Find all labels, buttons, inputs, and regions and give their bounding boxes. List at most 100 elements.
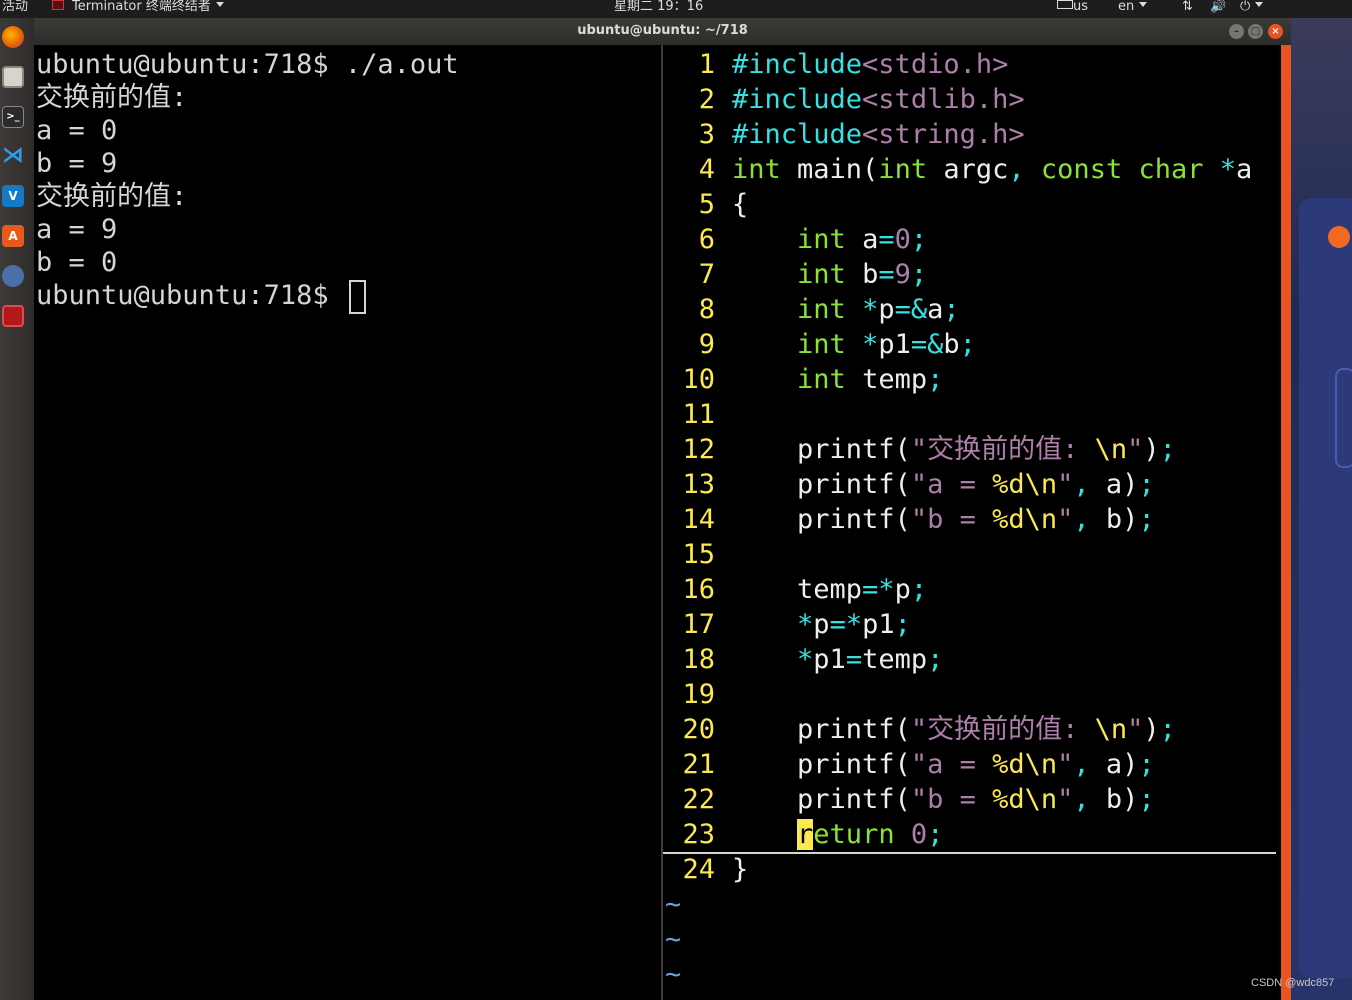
code-line: 12 printf("交换前的值: \n");: [663, 432, 1279, 467]
code-token: %d: [992, 469, 1025, 500]
code-token: \n: [1024, 504, 1058, 535]
code-line: 6 int a=0;: [663, 222, 1279, 257]
line-number: 6: [698, 224, 715, 255]
code-token: <stdlib.h>: [862, 84, 1025, 115]
window-title-bar: ubuntu@ubuntu: ~/718 – □ ×: [34, 18, 1291, 45]
vmware-icon[interactable]: V: [2, 185, 24, 207]
code-token: a =: [927, 469, 993, 500]
code-token: \n: [1094, 714, 1128, 745]
code-line: 11: [663, 397, 1279, 432]
app-menu[interactable]: Terminator 终端终结者: [52, 0, 224, 14]
vim-editor-pane[interactable]: 1 #include<stdio.h> 2 #include<stdlib.h> 3…: [663, 45, 1279, 1000]
system-top-bar: 活动 Terminator 终端终结者 星期二 19：16 us en ⇅ 🔊 …: [0, 0, 1352, 18]
terminal-cursor: [348, 279, 366, 314]
line-number: 18: [682, 644, 715, 675]
power-icon: ⏻: [1240, 0, 1251, 14]
code-line: 3 #include<string.h>: [663, 117, 1279, 152]
code-token: b =: [927, 504, 993, 535]
code-token: %d: [992, 504, 1025, 535]
code-line: 16 temp=*p;: [663, 572, 1279, 607]
background-window[interactable]: [1299, 198, 1352, 978]
terminal-left-pane[interactable]: ubuntu@ubuntu:718$ ./a.out 交换前的值: a = 0 …: [34, 45, 662, 1000]
code-line: 7 int b=9;: [663, 257, 1279, 292]
line-number: 8: [698, 294, 715, 325]
code-line: 8 int *p=&a;: [663, 292, 1279, 327]
chevron-down-icon: [215, 2, 224, 7]
terminal-prompt: ubuntu@ubuntu:718$: [36, 280, 345, 311]
files-icon[interactable]: [2, 66, 24, 88]
line-number: 10: [682, 364, 715, 395]
code-line: 20 printf("交换前的值: \n");: [663, 712, 1279, 747]
maximize-button[interactable]: □: [1248, 24, 1263, 39]
network-tools-icon[interactable]: [2, 265, 24, 287]
code-token: \n: [1024, 749, 1058, 780]
line-number: 1: [698, 49, 715, 80]
terminal-line: a = 9: [36, 214, 118, 245]
code-line: 15: [663, 537, 1279, 572]
terminal-prompt-line: ubuntu@ubuntu:718$: [36, 279, 366, 314]
code-line: 14 printf("b = %d\n", b);: [663, 502, 1279, 537]
terminal-icon[interactable]: >_: [2, 106, 24, 128]
line-number: 13: [682, 469, 715, 500]
code-token: a =: [927, 749, 993, 780]
empty-line-tilde: ~: [665, 959, 682, 990]
app-menu-label: Terminator 终端终结者: [72, 0, 211, 14]
window-title: ubuntu@ubuntu: ~/718: [577, 23, 748, 38]
vscode-icon[interactable]: ⋊: [2, 145, 24, 167]
code-line: 5{: [663, 187, 1279, 222]
line-number: 24: [682, 854, 715, 885]
line-number: 15: [682, 539, 715, 570]
code-token: #include: [732, 84, 863, 115]
code-token: #include: [732, 119, 863, 150]
window-edge-bar: [1281, 45, 1291, 1000]
language-indicator[interactable]: en: [1118, 0, 1148, 14]
code-token: b =: [927, 784, 993, 815]
terminal-line: a = 0: [36, 115, 118, 146]
code-line: 2 #include<stdlib.h>: [663, 82, 1279, 117]
background-panel: [1335, 368, 1352, 468]
volume-icon[interactable]: 🔊: [1210, 0, 1226, 14]
terminal-line: b = 0: [36, 247, 118, 278]
terminator-icon[interactable]: [2, 305, 24, 327]
line-number: 9: [698, 329, 715, 360]
keyboard-indicator[interactable]: us: [1057, 0, 1088, 14]
code-line: 17 *p=*p1;: [663, 607, 1279, 642]
code-line: 22 printf("b = %d\n", b);: [663, 782, 1279, 817]
terminal-line: 交换前的值:: [36, 82, 188, 113]
firefox-icon[interactable]: [2, 26, 24, 48]
minimize-button[interactable]: –: [1229, 24, 1244, 39]
code-token: \n: [1024, 784, 1058, 815]
code-token: #include: [732, 49, 863, 80]
software-center-icon[interactable]: A: [2, 225, 24, 247]
code-token: \n: [1024, 469, 1058, 500]
code-token: 交换前的值:: [927, 714, 1095, 745]
desktop-background: [1291, 18, 1352, 1000]
code-token: <stdio.h>: [862, 49, 1009, 80]
language-label: en: [1118, 0, 1135, 14]
keyboard-layout: us: [1073, 0, 1089, 14]
terminator-icon: [52, 0, 64, 10]
network-icon[interactable]: ⇅: [1182, 0, 1193, 14]
activities-button[interactable]: 活动: [2, 0, 28, 14]
line-number: 11: [682, 399, 715, 430]
keyboard-icon: [1057, 0, 1073, 9]
code-line: 1 #include<stdio.h>: [663, 47, 1279, 82]
code-token: 交换前的值:: [927, 434, 1095, 465]
code-line: 21 printf("a = %d\n", a);: [663, 747, 1279, 782]
terminal-line: b = 9: [36, 148, 118, 179]
line-number: 23: [682, 819, 715, 850]
code-line: 4 int main(int argc, const char *a: [663, 152, 1279, 187]
code-token: \n: [1094, 434, 1128, 465]
code-token: %d: [992, 784, 1025, 815]
line-number: 4: [698, 154, 715, 185]
power-menu[interactable]: ⏻: [1240, 0, 1264, 14]
code-line-current: 23 return 0;: [663, 817, 1276, 854]
close-button[interactable]: ×: [1268, 24, 1283, 39]
chevron-down-icon: [1139, 2, 1148, 7]
terminal-line: ubuntu@ubuntu:718$ ./a.out: [36, 49, 459, 80]
empty-line-tilde: ~: [665, 924, 682, 955]
line-number: 12: [682, 434, 715, 465]
clock[interactable]: 星期二 19：16: [614, 0, 703, 14]
code-line: 19: [663, 677, 1279, 712]
dock: >_ ⋊ V A: [0, 18, 34, 1000]
